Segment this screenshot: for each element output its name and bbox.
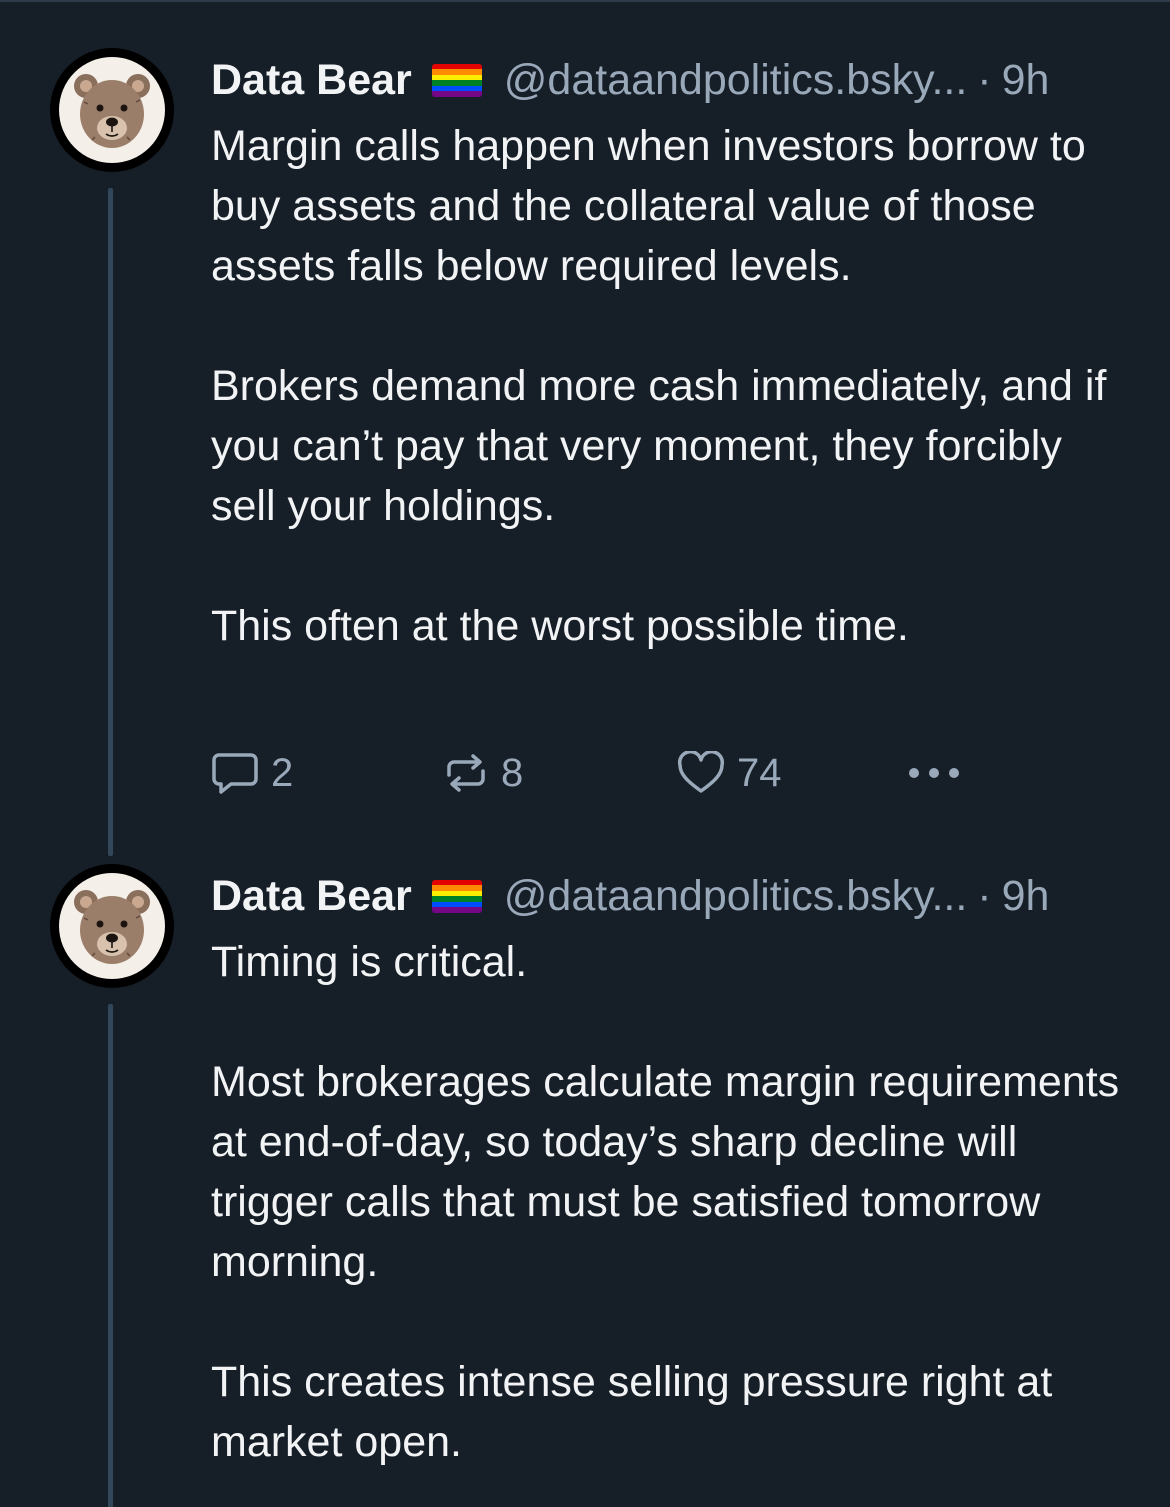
repost-count: 8 [501,750,524,795]
author-handle[interactable]: @dataandpolitics.bsky... [504,56,968,105]
post-paragraph: Brokers demand more cash immediately, an… [211,362,1107,530]
top-divider [0,0,1170,2]
repost-icon [443,751,489,795]
post-actions: 2 8 74 [211,743,971,803]
avatar[interactable] [50,48,174,172]
thread-connector-line [108,1004,113,1507]
post-paragraph: Margin calls happen when investors borro… [211,122,1086,290]
post-header: Data Bear @dataandpolitics.bsky... · 9h [211,48,1131,112]
more-options-button[interactable] [906,743,962,803]
more-dots-icon [906,763,962,783]
bear-avatar-icon [59,57,165,163]
header-separator: · [977,55,992,104]
like-count: 74 [737,750,782,795]
author-handle[interactable]: @dataandpolitics.bsky... [504,872,968,921]
bear-avatar-icon [59,873,165,979]
post-timestamp[interactable]: 9h [1002,872,1050,921]
reply-count: 2 [271,750,294,795]
post-text: Margin calls happen when investors borro… [211,116,1131,656]
author-display-name[interactable]: Data Bear [211,872,412,921]
thread-post[interactable]: Data Bear @dataandpolitics.bsky... · 9h … [0,864,1170,1507]
post-paragraph: Most brokerages calculate margin require… [211,1058,1120,1286]
post-content: Data Bear @dataandpolitics.bsky... · 9h … [211,48,1131,656]
repost-button[interactable]: 8 [443,743,523,803]
thread-post[interactable]: Data Bear @dataandpolitics.bsky... · 9h … [0,48,1170,856]
heart-icon [677,751,725,795]
post-timestamp[interactable]: 9h [1002,56,1050,105]
post-paragraph: Timing is critical. [211,938,528,986]
thread-connector-line [108,188,113,856]
rainbow-flag-icon [431,63,482,97]
avatar[interactable] [50,864,174,988]
reply-icon [211,751,259,795]
post-paragraph: This creates intense selling pressure ri… [211,1358,1053,1466]
post-text: Timing is critical. Most brokerages calc… [211,932,1131,1472]
post-content: Data Bear @dataandpolitics.bsky... · 9h … [211,864,1131,1472]
rainbow-flag-icon [431,879,482,913]
post-paragraph: This often at the worst possible time. [211,602,909,650]
reply-button[interactable]: 2 [211,743,293,803]
like-button[interactable]: 74 [677,743,782,803]
post-header: Data Bear @dataandpolitics.bsky... · 9h [211,864,1131,928]
author-display-name[interactable]: Data Bear [211,56,412,105]
header-separator: · [977,871,992,920]
